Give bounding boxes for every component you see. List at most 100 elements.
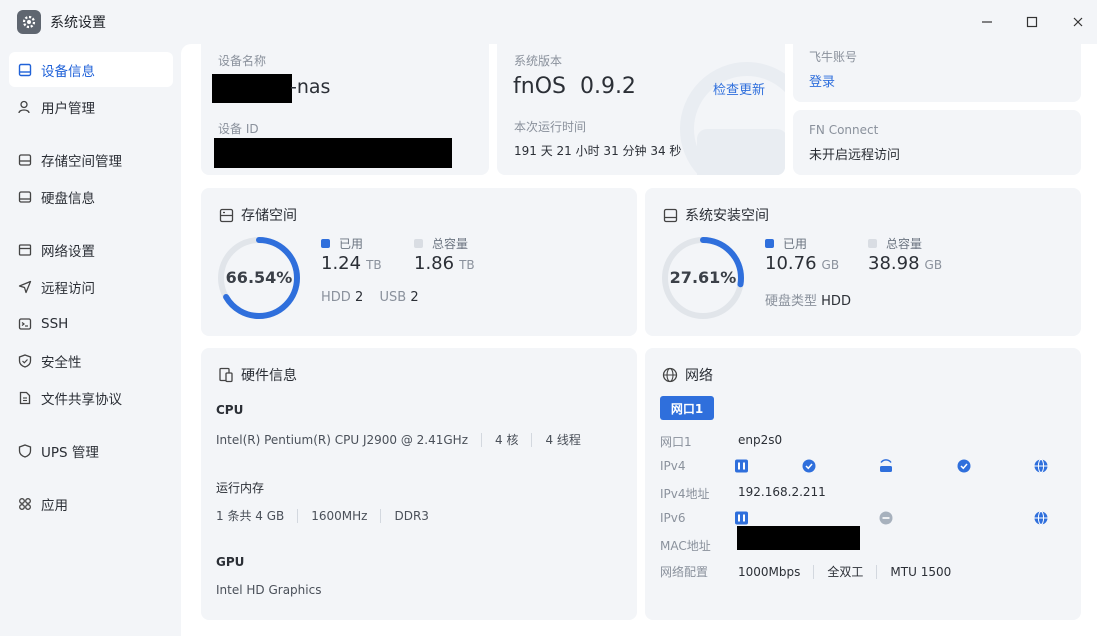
duplex-mode: 全双工 <box>827 565 864 579</box>
unit: TB <box>459 258 475 272</box>
usb-count: 2 <box>410 290 419 305</box>
check-update-link[interactable]: 检查更新 <box>713 79 765 98</box>
hardware-title: 硬件信息 <box>218 365 297 385</box>
login-link[interactable]: 登录 <box>809 71 835 90</box>
ipv4-status-diagram <box>735 459 1048 473</box>
sidebar-item-file-sharing[interactable]: 文件共享协议 <box>9 380 173 415</box>
value: 10.76 <box>765 253 817 274</box>
sidebar-item-remote-access[interactable]: 远程访问 <box>9 269 173 304</box>
sidebar-item-label: 存储空间管理 <box>41 153 122 170</box>
sys-used-legend: 已用 <box>765 235 807 252</box>
sidebar-item-label: 用户管理 <box>41 100 95 117</box>
user-icon <box>18 100 32 114</box>
sidebar-item-ssh[interactable]: SSH <box>9 306 173 341</box>
cpu-threads: 4 线程 <box>545 433 581 447</box>
device-id-label: 设备 ID <box>218 122 259 136</box>
globe-icon <box>662 367 678 383</box>
hdd-count: 2 <box>354 290 364 305</box>
memory-info: 1 条共 4 GB 1600MHz DDR3 <box>216 507 429 524</box>
redacted-device-name <box>212 74 292 103</box>
sidebar-item-users[interactable]: 用户管理 <box>9 89 173 124</box>
title-bar: 系统设置 <box>0 0 1097 44</box>
memory-type: DDR3 <box>394 508 429 523</box>
apps-icon <box>18 497 32 511</box>
maximize-button[interactable] <box>1017 10 1047 34</box>
memory-frequency: 1600MHz <box>311 508 368 523</box>
device-icon <box>218 367 234 383</box>
sys-total-value: 38.98 GB <box>868 253 942 274</box>
storage-card[interactable]: 存储空间 66.54% 已用 总容量 1.24 TB 1.86 TB HDD 2 U… <box>201 188 637 336</box>
sidebar-item-label: 设备信息 <box>41 63 95 80</box>
mtu: MTU 1500 <box>890 564 952 579</box>
sidebar-item-label: UPS 管理 <box>41 444 99 461</box>
fn-account-card: 飞牛账号 登录 <box>793 44 1081 102</box>
storage-used-value: 1.24 TB <box>321 253 382 274</box>
send-icon <box>18 280 32 294</box>
sidebar-item-disks[interactable]: 硬盘信息 <box>9 179 173 214</box>
legend-label: 总容量 <box>886 237 923 251</box>
sidebar-item-label: 文件共享协议 <box>41 391 122 408</box>
system-install-title-text: 系统安装空间 <box>685 208 769 224</box>
legend-label: 已用 <box>783 237 808 251</box>
ipv6-status-diagram <box>735 511 1048 525</box>
minus-circle-icon <box>879 511 893 525</box>
sidebar-item-security[interactable]: 安全性 <box>9 343 173 378</box>
sidebar-item-label: 应用 <box>41 497 68 514</box>
sidebar-item-ups[interactable]: UPS 管理 <box>9 433 173 468</box>
close-button[interactable] <box>1063 10 1093 34</box>
terminal-icon <box>18 317 32 331</box>
nic-icon <box>735 459 748 473</box>
check-circle-icon <box>957 459 971 473</box>
monitor-icon <box>18 63 32 77</box>
sidebar-item-label: SSH <box>41 315 69 332</box>
sidebar-item-apps[interactable]: 应用 <box>9 486 173 521</box>
memory-label: 运行内存 <box>216 481 265 495</box>
uptime-label: 本次运行时间 <box>514 120 587 134</box>
value: 1.24 <box>321 253 362 274</box>
router-icon <box>880 459 892 472</box>
sidebar-item-storage[interactable]: 存储空间管理 <box>9 142 173 177</box>
storage-total-value: 1.86 TB <box>414 253 475 274</box>
check-circle-icon <box>802 459 816 473</box>
storage-percent: 66.54% <box>225 268 293 287</box>
disk-icon <box>18 190 32 204</box>
cpu-cores: 4 核 <box>495 433 519 447</box>
nic-icon <box>735 511 748 525</box>
system-version-label: 系统版本 <box>514 54 563 68</box>
storage-title: 存储空间 <box>218 205 297 225</box>
disk-type-value: HDD <box>821 294 851 309</box>
system-version-card: 系统版本 fnOS 0.9.2 检查更新 本次运行时间 191 天 21 小时 … <box>497 44 785 175</box>
uptime-value: 191 天 21 小时 31 分钟 34 秒 <box>514 144 682 158</box>
system-install-card[interactable]: 系统安装空间 27.61% 已用 总容量 10.76 GB 38.98 GB 硬盘类… <box>645 188 1081 336</box>
unit: GB <box>821 258 840 272</box>
storage-title-text: 存储空间 <box>241 208 297 224</box>
sidebar-item-network[interactable]: 网络设置 <box>9 232 173 267</box>
cpu-info: Intel(R) Pentium(R) CPU J2900 @ 2.41GHz … <box>216 431 581 448</box>
ipv4-address-label: IPv4地址 <box>660 487 710 501</box>
disk-type-label: 硬盘类型 <box>765 294 818 309</box>
sidebar: 设备信息 用户管理 存储空间管理 硬盘信息 网络设置 远程访问 SSH 安全性 … <box>0 44 181 636</box>
ipv4-address-value: 192.168.2.211 <box>738 485 826 499</box>
legend-label: 已用 <box>339 237 364 251</box>
fn-connect-label: FN Connect <box>809 123 879 137</box>
globe-icon <box>1034 511 1048 525</box>
sidebar-item-device-info[interactable]: 设备信息 <box>9 52 173 87</box>
network-icon <box>18 243 32 257</box>
cpu-label: CPU <box>216 403 244 417</box>
cpu-model: Intel(R) Pentium(R) CPU J2900 @ 2.41GHz <box>216 432 468 447</box>
sidebar-item-label: 硬盘信息 <box>41 190 95 207</box>
unit: TB <box>366 258 382 272</box>
minimize-button[interactable] <box>972 10 1002 34</box>
disk-icon <box>662 207 678 223</box>
mac-label: MAC地址 <box>660 539 711 553</box>
window-title: 系统设置 <box>50 15 106 31</box>
hdd-label: HDD <box>321 290 351 305</box>
device-name-label: 设备名称 <box>218 54 267 68</box>
gear-icon <box>17 10 41 34</box>
tab-port1[interactable]: 网口1 <box>660 396 714 420</box>
fn-account-label: 飞牛账号 <box>809 50 858 64</box>
usb-label: USB <box>379 290 407 305</box>
shield-icon <box>18 443 32 458</box>
sidebar-item-label: 安全性 <box>41 354 82 371</box>
main-content: 设备名称 -nas 设备 ID 系统版本 fnOS 0.9.2 检查更新 本次运… <box>181 44 1097 636</box>
